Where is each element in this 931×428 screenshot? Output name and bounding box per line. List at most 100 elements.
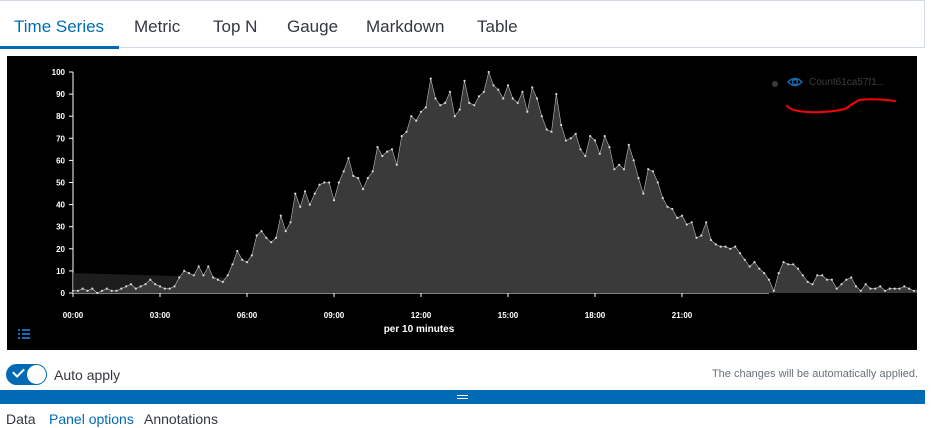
data-point <box>729 247 732 250</box>
auto-apply-switch[interactable] <box>6 364 47 385</box>
data-point <box>415 119 418 122</box>
data-point <box>627 143 630 146</box>
data-point <box>328 181 331 184</box>
tab-data[interactable]: Data <box>6 411 36 427</box>
data-point <box>260 230 263 233</box>
data-point <box>743 258 746 261</box>
tab-time-series[interactable]: Time Series <box>14 17 104 37</box>
data-point <box>666 205 669 208</box>
data-point <box>284 230 287 233</box>
data-point <box>569 137 572 140</box>
y-tick-label: 10 <box>56 267 65 276</box>
x-tick-label: 06:00 <box>237 311 258 320</box>
data-point <box>516 101 519 104</box>
data-point <box>608 146 611 149</box>
data-point <box>676 216 679 219</box>
data-point <box>468 101 471 104</box>
eye-icon[interactable] <box>787 77 803 87</box>
x-tick-label: 03:00 <box>150 311 171 320</box>
red-annotation-stroke <box>786 98 896 114</box>
data-point <box>719 245 722 248</box>
data-point <box>405 130 408 133</box>
data-point <box>105 287 108 290</box>
tab-gauge[interactable]: Gauge <box>287 17 338 37</box>
data-point <box>473 104 476 107</box>
data-point <box>212 276 215 279</box>
data-point <box>758 267 761 270</box>
data-point <box>241 258 244 261</box>
data-point <box>178 276 181 279</box>
data-point <box>893 287 896 290</box>
data-point <box>540 115 543 118</box>
y-axis: 0 10 20 30 40 50 60 70 80 90 100 <box>52 68 74 298</box>
tab-panel-options[interactable]: Panel options <box>49 411 134 427</box>
data-point <box>647 168 650 171</box>
data-point <box>738 252 742 255</box>
tab-markdown[interactable]: Markdown <box>366 17 444 37</box>
data-point <box>497 88 500 91</box>
data-point <box>656 181 659 184</box>
data-point <box>318 183 321 186</box>
data-point <box>289 221 292 224</box>
data-point <box>76 289 79 292</box>
data-point <box>323 181 326 184</box>
data-point <box>685 223 688 226</box>
data-point <box>226 274 229 277</box>
active-tab-indicator <box>0 46 119 49</box>
data-point <box>521 90 524 93</box>
auto-apply-note: The changes will be automatically applie… <box>711 368 918 380</box>
data-point <box>110 289 113 292</box>
data-point <box>419 110 423 113</box>
data-point <box>154 283 157 286</box>
data-point <box>183 269 186 272</box>
tab-metric[interactable]: Metric <box>134 17 180 37</box>
y-tick-label: 100 <box>52 68 66 77</box>
visualization-type-tabs: Time Series Metric Top N Gauge Markdown … <box>0 0 925 49</box>
data-point <box>869 287 872 290</box>
data-point <box>564 139 568 142</box>
data-point <box>709 238 713 242</box>
data-point <box>134 287 137 290</box>
data-point <box>86 289 89 292</box>
data-point <box>705 221 708 224</box>
data-point <box>903 285 906 288</box>
legend-series-label[interactable]: Count61ca57f1... <box>809 77 885 88</box>
tab-annotations[interactable]: Annotations <box>144 411 218 427</box>
data-point <box>250 254 253 257</box>
auto-apply-label: Auto apply <box>54 367 121 383</box>
data-point <box>163 287 166 290</box>
data-point <box>265 236 268 239</box>
tab-table[interactable]: Table <box>477 17 518 37</box>
data-point <box>158 285 162 288</box>
data-point <box>661 196 664 200</box>
data-point <box>859 289 862 292</box>
legend-toggle[interactable] <box>16 326 32 342</box>
data-point <box>545 128 548 131</box>
data-point <box>796 267 800 270</box>
x-axis-label: per 10 minutes <box>384 324 455 335</box>
x-tick-label: 09:00 <box>324 311 345 320</box>
data-point <box>444 101 447 104</box>
data-point <box>845 278 848 281</box>
data-point <box>149 278 152 281</box>
tab-top-n[interactable]: Top N <box>213 17 257 37</box>
data-point <box>593 139 597 142</box>
data-point <box>482 90 485 93</box>
data-point <box>216 278 220 281</box>
panel-resize-handle[interactable] <box>0 390 925 404</box>
y-tick-label: 40 <box>56 201 65 210</box>
data-point <box>782 261 785 264</box>
data-point <box>139 285 142 288</box>
data-point <box>400 135 403 138</box>
data-point <box>361 188 365 191</box>
data-point <box>381 154 384 158</box>
data-point <box>448 90 452 93</box>
data-point <box>207 265 210 268</box>
data-point <box>632 159 635 162</box>
data-point <box>888 287 891 290</box>
data-point <box>792 263 795 266</box>
data-point <box>129 283 133 286</box>
x-tick-label: 21:00 <box>672 311 693 320</box>
data-point <box>453 115 456 118</box>
data-point <box>898 287 901 290</box>
